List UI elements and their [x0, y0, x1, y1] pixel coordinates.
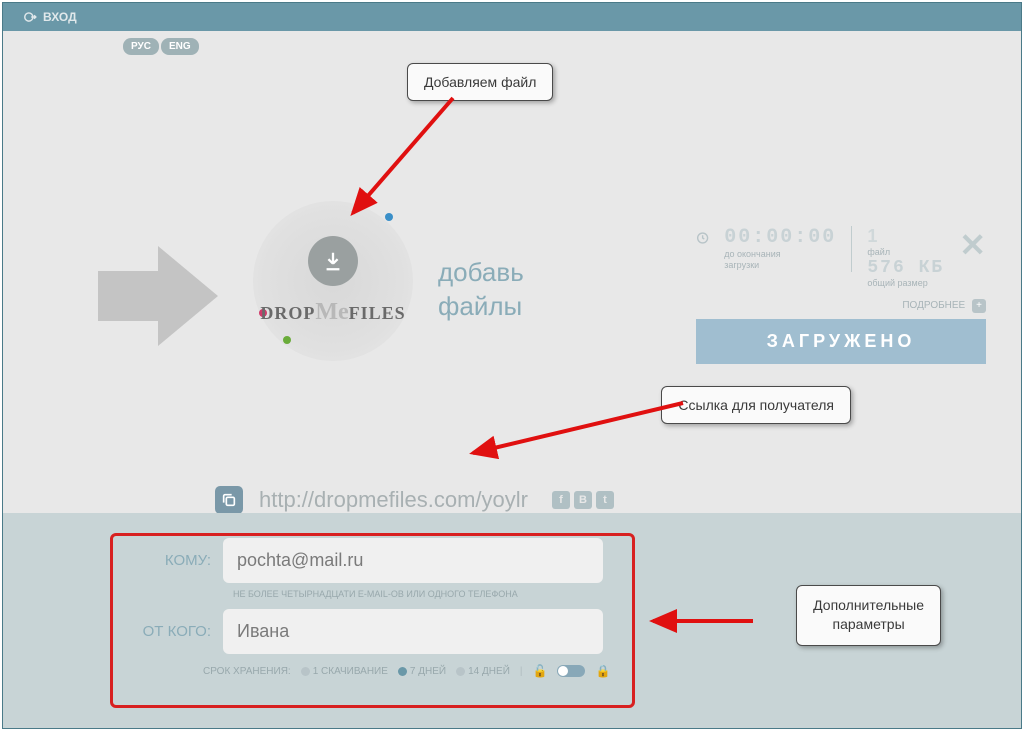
top-bar: ВХОД [3, 3, 1021, 31]
clock-icon [696, 226, 709, 250]
login-icon [23, 10, 37, 24]
status-divider [851, 226, 852, 272]
status-panel: 00:00:00 до окончания загрузки 1 файл 57… [696, 226, 986, 364]
add-files-line1: добавь [438, 256, 524, 290]
social-icons: f B t [552, 491, 614, 509]
share-link-row: http://dropmefiles.com/yoylr f B t [215, 486, 614, 514]
callout-params: Дополнительные параметры [796, 585, 941, 646]
status-time-sub2: загрузки [724, 260, 836, 271]
fb-icon[interactable]: f [552, 491, 570, 509]
plus-icon: + [972, 299, 986, 313]
big-arrow-icon [88, 231, 228, 361]
status-file-count: 1 [867, 226, 944, 247]
password-toggle[interactable] [557, 665, 585, 677]
status-size: 576 КБ [867, 258, 944, 278]
copy-link-icon[interactable] [215, 486, 243, 514]
status-more-label: ПОДРОБНЕЕ [902, 300, 965, 311]
status-file-block: 1 файл 576 КБ общий размер [867, 226, 944, 289]
add-files-text: добавь файлы [438, 256, 524, 324]
drop-zone[interactable]: DROPMeFILES [253, 201, 413, 361]
status-loaded-bar: ЗАГРУЖЕНО [696, 319, 986, 364]
status-time-sub1: до окончания [724, 249, 836, 260]
logo-drop: DROP [260, 303, 315, 323]
vk-icon[interactable]: B [574, 491, 592, 509]
main-area: DROPMeFILES добавь файлы 00:00:00 до око… [3, 31, 1021, 511]
add-files-line2: файлы [438, 290, 524, 324]
status-time: 00:00:00 [724, 226, 836, 249]
dot-blue [385, 213, 393, 221]
close-icon[interactable]: ✕ [959, 226, 986, 264]
drop-inner-circle [308, 236, 358, 286]
login-link[interactable]: ВХОД [23, 10, 77, 24]
logo: DROPMeFILES [260, 299, 405, 326]
logo-me: Me [315, 299, 348, 325]
dot-green [283, 336, 291, 344]
status-file-label: файл [867, 247, 944, 258]
status-time-block: 00:00:00 до окончания загрузки [724, 226, 836, 271]
logo-files: FILES [349, 303, 406, 323]
login-label: ВХОД [43, 10, 77, 24]
callout-link: Ссылка для получателя [661, 386, 851, 424]
status-more-link[interactable]: ПОДРОБНЕЕ + [696, 299, 986, 313]
share-url[interactable]: http://dropmefiles.com/yoylr [259, 487, 528, 513]
status-size-label: общий размер [867, 278, 944, 289]
from-row: ОТ КОГО: [133, 609, 891, 654]
tw-icon[interactable]: t [596, 491, 614, 509]
callout-add-file: Добавляем файл [407, 63, 553, 101]
from-input[interactable] [223, 609, 603, 654]
download-arrow-icon [322, 250, 344, 272]
from-label: ОТ КОГО: [133, 623, 223, 640]
